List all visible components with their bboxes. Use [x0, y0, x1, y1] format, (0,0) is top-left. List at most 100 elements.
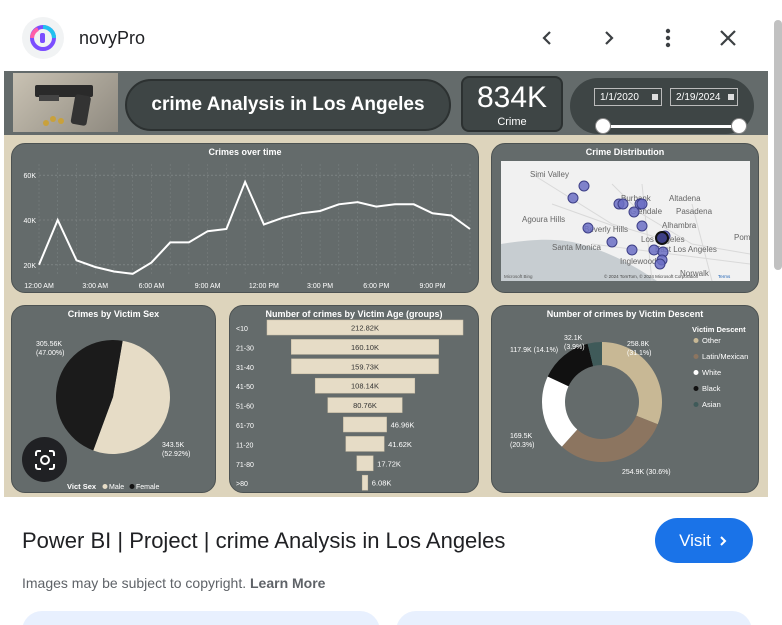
visit-button[interactable]: Visit — [655, 518, 753, 563]
crime-location-point — [606, 236, 618, 248]
crimes-over-time-chart: 20K 40K 60K 12:00 AM 3:00 AM 6:00 AM 9:00 AM 12… — [24, 164, 471, 290]
related-chip[interactable] — [396, 611, 752, 625]
y-tick-label: 40K — [24, 218, 37, 225]
result-title[interactable]: Power BI | Project | crime Analysis in L… — [22, 528, 505, 554]
map-place-label: Pom — [734, 233, 751, 242]
crime-location-point — [567, 192, 579, 204]
y-tick-label: 60K — [24, 173, 37, 180]
x-tick-label: 3:00 PM — [307, 283, 333, 290]
legend-marker — [693, 402, 699, 407]
dashboard-header: crime Analysis in Los Angeles 834K Crime… — [4, 71, 768, 135]
start-date-value: 1/1/2020 — [600, 92, 639, 103]
site-name[interactable]: novyPro — [79, 28, 145, 49]
legend-label: Other — [702, 336, 721, 345]
victim-age-chart: <10 212.82K 21-30 160.10K 31-40 159.73K 41-50 1… — [236, 319, 464, 491]
crime-distribution-card: Crime Distribution Simi Valley Burbank Alt… — [491, 143, 759, 293]
legend-label: Asian — [702, 400, 721, 409]
chart-title: Number of crimes by Victim Age (groups) — [265, 309, 443, 319]
related-chip[interactable] — [22, 611, 380, 625]
start-date-field[interactable]: 1/1/2020 — [594, 88, 662, 106]
bing-logo: Microsoft Bing — [504, 274, 533, 279]
age-bar — [356, 455, 374, 472]
map-terms-link: Terms — [718, 274, 731, 279]
legend-label: Female — [136, 484, 159, 491]
x-tick-label: 12:00 AM — [24, 283, 54, 290]
legend-marker — [693, 354, 699, 359]
category-label: 71-80 — [236, 462, 254, 469]
map-place-label: Agoura Hills — [522, 215, 565, 224]
crime-location-point — [648, 244, 660, 256]
chart-title: Crimes over time — [208, 147, 282, 157]
legend-marker — [693, 370, 699, 375]
novypro-logo-icon[interactable] — [22, 17, 64, 59]
legend-label: Male — [109, 484, 124, 491]
more-vert-icon — [665, 28, 671, 48]
x-tick-label: 12:00 PM — [249, 283, 279, 290]
dashboard-image[interactable]: crime Analysis in Los Angeles 834K Crime… — [4, 71, 768, 497]
age-bar — [345, 436, 385, 452]
end-date-value: 2/19/2024 — [676, 92, 721, 103]
end-date-field[interactable]: 2/19/2024 — [670, 88, 738, 106]
legend-label: Black — [702, 384, 721, 393]
data-label: 80.76K — [353, 401, 377, 410]
crime-location-point — [654, 258, 666, 270]
legend-marker — [102, 484, 108, 489]
chart-title: Crimes by Victim Sex — [67, 309, 160, 319]
next-button[interactable] — [590, 20, 626, 56]
lens-camera-icon — [34, 449, 55, 470]
x-tick-label: 6:00 PM — [363, 283, 389, 290]
victim-age-card: Number of crimes by Victim Age (groups) … — [229, 305, 479, 493]
crime-location-point — [578, 180, 590, 192]
crimes-over-time-card: Crimes over time 20K 40K 60K 12:00 AM 3:00 A… — [11, 143, 479, 293]
map-place-label: Simi Valley — [530, 170, 569, 179]
map-place-label: Altadena — [669, 194, 701, 203]
donut-slice — [561, 415, 658, 462]
category-label: 31-40 — [236, 365, 254, 372]
crime-distribution-map[interactable]: Simi ValleyBurbank AltadenaGlendale Pasade… — [492, 144, 759, 293]
visit-label: Visit — [679, 530, 711, 550]
data-label: 6.08K — [372, 479, 392, 488]
crime-kpi-card: 834K Crime — [461, 76, 563, 132]
scrollbar[interactable] — [774, 20, 782, 270]
data-label: 17.72K — [377, 459, 401, 468]
learn-more-link[interactable]: Learn More — [250, 575, 325, 591]
crime-location-point — [655, 231, 669, 245]
category-label: 21-30 — [236, 345, 254, 352]
more-options-button[interactable] — [650, 20, 686, 56]
data-label: 160.10K — [351, 343, 379, 352]
dashboard-title: crime Analysis in Los Angeles — [125, 79, 451, 131]
x-tick-label: 9:00 AM — [195, 283, 221, 290]
data-label: 258.8K (31.1%) — [627, 341, 652, 357]
copyright-text: Images may be subject to copyright. — [22, 575, 247, 591]
legend-marker — [129, 484, 135, 489]
legend-marker — [693, 386, 699, 391]
category-label: >80 — [236, 481, 248, 488]
date-slider-track[interactable] — [602, 125, 738, 128]
chart-title: Crime Distribution — [585, 147, 665, 157]
victim-descent-card: Number of crimes by Victim Descent 258.8… — [491, 305, 759, 493]
date-slider-end-handle[interactable] — [731, 118, 747, 134]
legend-label: Latin/Mexican — [702, 352, 748, 361]
victim-descent-chart: 258.8K (31.1%) 254.9K (30.6%) 169.5K (20.3%)… — [510, 325, 748, 476]
data-label: 169.5K (20.3%) — [510, 433, 535, 449]
previous-button[interactable] — [530, 20, 566, 56]
legend-label: White — [702, 368, 721, 377]
age-bar — [361, 474, 369, 491]
data-label: 159.73K — [351, 362, 379, 371]
category-label: 41-50 — [236, 384, 254, 391]
data-label: 32.1K (3.9%) — [564, 335, 585, 351]
y-tick-label: 20K — [24, 263, 37, 270]
chevron-left-icon — [542, 31, 551, 45]
date-slicer[interactable]: 1/1/2020 2/19/2024 — [570, 78, 754, 134]
crimes-line-series — [38, 179, 471, 275]
viewer-topbar: novyPro — [0, 0, 782, 72]
chart-title: Number of crimes by Victim Descent — [546, 309, 704, 319]
pistol-image — [13, 73, 118, 132]
google-lens-button[interactable] — [22, 437, 67, 482]
crime-location-point — [636, 220, 648, 232]
close-button[interactable] — [710, 20, 746, 56]
date-slider-start-handle[interactable] — [595, 118, 611, 134]
x-tick-label: 3:00 AM — [82, 283, 108, 290]
legend-title: Victim Descent — [692, 325, 746, 334]
map-place-label: Santa Monica — [552, 243, 601, 252]
